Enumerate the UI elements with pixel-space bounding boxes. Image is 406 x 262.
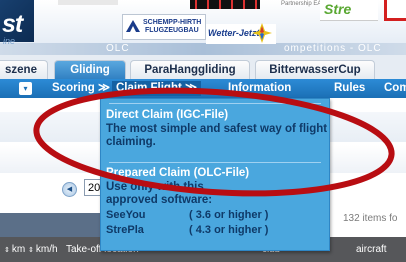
nav-rules[interactable]: Rules — [334, 81, 365, 96]
tab-label: Gliding — [70, 64, 110, 76]
tab-label: BitterwasserCup — [269, 64, 361, 76]
prepared-claim-link[interactable]: Prepared Claim (OLC-File) — [106, 167, 249, 179]
column-aircraft[interactable]: aircraft — [356, 244, 387, 255]
main-nav: ▾ Scoring ≫ Claim Flight ≫ Information R… — [0, 79, 406, 98]
site-logo[interactable]: st ine — [0, 0, 34, 46]
sponsor-schempp-name: SCHEMPP-HIRTH — [143, 19, 202, 26]
sponsor-schempp-subname: FLUGZEUGBAU — [145, 27, 199, 34]
site-logo-subtext: ine — [3, 36, 16, 46]
software-strepla-link[interactable]: StrePla — [106, 224, 144, 236]
software-seeyou-version: ( 3.6 or higher ) — [189, 209, 269, 221]
nav-community[interactable]: Com — [384, 81, 406, 96]
dropdown-divider — [109, 162, 321, 163]
site-logo-text: st — [2, 10, 23, 38]
banner-stripe — [58, 0, 118, 5]
olc-tagline-left: OLC — [106, 43, 130, 54]
prepared-claim-description: Use only with this approved software: — [106, 181, 213, 206]
sort-icon: ⇕ — [28, 247, 34, 254]
tab-bitterwassercup[interactable]: BitterwasserCup — [255, 60, 375, 80]
tab-label: szene — [5, 64, 37, 76]
schempp-logo-icon — [126, 20, 140, 32]
items-count: 132 items fo — [343, 213, 398, 224]
sponsor-wetter-jetzt[interactable]: Wetter-Jetzt — [206, 23, 276, 44]
tab-szene[interactable]: szene — [0, 60, 48, 80]
competition-tabs: szene Gliding ParaHanggliding Bitterwass… — [0, 55, 406, 80]
wetter-logo-icon — [252, 23, 272, 43]
previous-date-button[interactable]: ◀ — [62, 182, 77, 197]
sponsor-schempp-hirth[interactable]: SCHEMPP-HIRTH FLUGZEUGBAU — [122, 14, 206, 40]
dropdown-divider — [109, 103, 321, 104]
tab-parahanggliding[interactable]: ParaHanggliding — [130, 60, 250, 80]
direct-claim-link[interactable]: Direct Claim (IGC-File) — [106, 109, 228, 121]
corner-logo-box[interactable] — [384, 0, 406, 21]
banner-ad-strip — [190, 0, 260, 9]
tab-gliding[interactable]: Gliding — [54, 60, 126, 80]
column-km[interactable]: ⇕ km — [4, 244, 25, 255]
olc-tagline-right: ompetitions - OLC — [284, 43, 382, 54]
site-header: st ine SCHEMPP-HIRTH FLUGZEUGBAU Wetter-… — [0, 0, 406, 55]
nav-information[interactable]: Information — [228, 81, 291, 96]
sort-icon: ⇕ — [4, 247, 10, 254]
nav-scoring[interactable]: Scoring ≫ — [52, 81, 110, 96]
nav-claim-flight[interactable]: Claim Flight ≫ — [112, 81, 202, 96]
claim-flight-dropdown: Direct Claim (IGC-File) The most simple … — [100, 98, 330, 251]
software-seeyou-link[interactable]: SeeYou — [106, 209, 146, 221]
tab-label: ParaHanggliding — [144, 64, 236, 76]
direct-claim-description: The most simple and safest way of flight… — [106, 123, 328, 148]
sponsor-streck-name: Stre — [324, 1, 352, 17]
sponsor-streckenflug[interactable]: Stre — [320, 0, 378, 21]
chevron-down-icon[interactable]: ▾ — [19, 82, 32, 95]
software-strepla-version: ( 4.3 or higher ) — [189, 224, 269, 236]
column-kmh[interactable]: ⇕ km/h — [28, 244, 58, 255]
